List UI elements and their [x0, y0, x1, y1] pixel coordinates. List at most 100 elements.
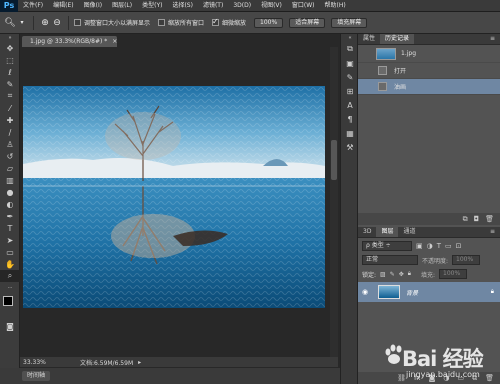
quick-select-tool-icon[interactable]: ✎ — [0, 78, 20, 90]
panel-menu-icon[interactable]: ≡ — [485, 34, 500, 44]
properties-panel-icon[interactable]: ▣ — [341, 56, 359, 70]
lock-image-icon[interactable]: ✎ — [390, 271, 395, 278]
menu-file[interactable]: 文件(F) — [18, 0, 48, 12]
lock-all-icon[interactable]: 🔒︎ — [408, 270, 411, 278]
path-select-tool-icon[interactable]: ➤ — [0, 234, 20, 246]
menu-window[interactable]: 窗口(W) — [287, 0, 320, 12]
shape-filter-icon[interactable]: ▭ — [445, 242, 452, 250]
fill-input[interactable]: 100% — [439, 269, 467, 279]
brush-tool-icon[interactable]: ∕ — [0, 126, 20, 138]
paragraph-panel-icon[interactable]: ¶ — [341, 112, 359, 126]
more-tools-icon[interactable]: ··· — [0, 282, 20, 294]
collapse-icon[interactable]: « — [341, 34, 359, 42]
foreground-color-swatch[interactable] — [3, 296, 13, 306]
type-filter-icon[interactable]: T — [437, 242, 441, 250]
clone-source-icon[interactable]: ⊞ — [341, 84, 359, 98]
chevron-down-icon[interactable]: ▾ — [16, 17, 28, 29]
scrollbar-thumb[interactable] — [331, 140, 337, 180]
swatches-panel-icon[interactable]: ▦ — [341, 126, 359, 140]
snapshot-thumbnail — [376, 47, 396, 60]
tab-properties[interactable]: 属性 — [358, 34, 380, 44]
lasso-tool-icon[interactable]: ℓ — [0, 66, 20, 78]
zoom-tool-icon[interactable]: ⌕ — [0, 270, 20, 282]
snapshot-name: 1.jpg — [401, 50, 417, 57]
vertical-scrollbar[interactable] — [330, 47, 338, 357]
clone-stamp-tool-icon[interactable]: ♙ — [0, 138, 20, 150]
zoom-out-icon[interactable]: ⊖ — [51, 17, 63, 29]
crop-tool-icon[interactable]: ⌗ — [0, 90, 20, 102]
chevron-right-icon[interactable]: ▸ — [138, 359, 141, 366]
tab-3d[interactable]: 3D — [358, 227, 376, 237]
adjustment-filter-icon[interactable]: ◑ — [427, 242, 433, 250]
menu-image[interactable]: 图像(I) — [79, 0, 107, 12]
quick-mask-icon[interactable]: ◙ — [0, 320, 20, 332]
oil-painted-landscape-image — [23, 86, 325, 308]
lock-transparent-icon[interactable]: ▨ — [380, 271, 386, 278]
zoom-level[interactable]: 33.33% — [20, 359, 46, 366]
lock-position-icon[interactable]: ✥ — [399, 271, 404, 278]
blend-mode-select[interactable]: 正常 — [362, 255, 418, 265]
zoom-in-icon[interactable]: ⊕ — [39, 17, 51, 29]
kind-filter-select[interactable]: ρ 类型 ÷ — [362, 241, 412, 251]
color-swatches[interactable] — [0, 294, 19, 320]
zoom-tool-icon[interactable]: 🔍︎ — [4, 17, 16, 29]
timeline-tab[interactable]: 时间轴 — [22, 371, 50, 381]
opacity-input[interactable]: 100% — [452, 255, 481, 265]
tool-presets-icon[interactable]: ⚒ — [341, 140, 359, 154]
actual-pixels-button[interactable]: 100% — [254, 17, 284, 28]
menu-layer[interactable]: 图层(L) — [107, 0, 137, 12]
layer-row[interactable]: ◉ 背景 🔒︎ — [358, 282, 500, 302]
menu-filter[interactable]: 滤镜(T) — [198, 0, 228, 12]
baidu-jingyan-watermark: Bai 经验 jingyan.baidu.com — [340, 340, 500, 384]
tab-history[interactable]: 历史记录 — [380, 34, 415, 44]
dodge-tool-icon[interactable]: ◐ — [0, 198, 20, 210]
menu-edit[interactable]: 编辑(E) — [48, 0, 78, 12]
collapse-icon[interactable]: » — [0, 34, 20, 42]
history-brush-tool-icon[interactable]: ↺ — [0, 150, 20, 162]
marquee-tool-icon[interactable]: ⬚ — [0, 54, 20, 66]
character-panel-icon[interactable]: A — [341, 98, 359, 112]
history-item-label: 油画 — [394, 84, 407, 91]
new-document-from-state-icon[interactable]: ⧉ — [463, 215, 468, 224]
history-panel-icon[interactable]: ⧉ — [341, 42, 359, 56]
eraser-tool-icon[interactable]: ▱ — [0, 162, 20, 174]
document-tab[interactable]: 1.jpg @ 33.3%(RGB/8#) * × — [22, 36, 117, 47]
camera-icon[interactable]: ◘ — [474, 215, 480, 223]
menu-select[interactable]: 选择(S) — [167, 0, 198, 12]
brush-panel-icon[interactable]: ✎ — [341, 70, 359, 84]
scrubby-zoom-checkbox[interactable] — [212, 17, 220, 26]
menu-3d[interactable]: 3D(D) — [228, 0, 256, 12]
pixel-filter-icon[interactable]: ▣ — [416, 242, 423, 250]
tab-channels[interactable]: 通道 — [398, 227, 420, 237]
tools-panel: » ✥ ⬚ ℓ ✎ ⌗ ⁄ ✚ ∕ ♙ ↺ ▱ ▥ ● ◐ ✒ T ➤ ▭ ✋ … — [0, 34, 20, 384]
paw-logo-icon — [385, 344, 402, 364]
history-snapshot[interactable]: 1.jpg — [358, 45, 500, 63]
close-icon[interactable]: × — [112, 38, 117, 45]
pen-tool-icon[interactable]: ✒ — [0, 210, 20, 222]
gradient-tool-icon[interactable]: ▥ — [0, 174, 20, 186]
move-tool-icon[interactable]: ✥ — [0, 42, 20, 54]
menu-type[interactable]: 类型(Y) — [137, 0, 167, 12]
panel-menu-icon[interactable]: ≡ — [485, 227, 500, 237]
eye-icon[interactable]: ◉ — [358, 288, 372, 296]
image-canvas[interactable] — [23, 86, 325, 308]
blur-tool-icon[interactable]: ● — [0, 186, 20, 198]
healing-brush-tool-icon[interactable]: ✚ — [0, 114, 20, 126]
filter-icon — [378, 82, 387, 91]
menu-view[interactable]: 视图(V) — [256, 0, 287, 12]
fill-screen-button[interactable]: 填充屏幕 — [331, 17, 368, 28]
eyedropper-tool-icon[interactable]: ⁄ — [0, 102, 20, 114]
history-item[interactable]: 打开 — [358, 63, 500, 79]
layer-name[interactable]: 背景 — [406, 288, 418, 297]
menu-help[interactable]: 帮助(H) — [320, 0, 351, 12]
tab-layers[interactable]: 图层 — [376, 227, 399, 237]
trash-icon[interactable]: 🗑︎ — [485, 215, 494, 223]
history-item[interactable]: 油画 — [358, 79, 500, 95]
hand-tool-icon[interactable]: ✋ — [0, 258, 20, 270]
shape-tool-icon[interactable]: ▭ — [0, 246, 20, 258]
zoom-all-checkbox[interactable] — [158, 19, 166, 26]
type-tool-icon[interactable]: T — [0, 222, 20, 234]
resize-windows-checkbox[interactable] — [74, 19, 81, 26]
fit-screen-button[interactable]: 适合屏幕 — [289, 17, 326, 28]
smart-object-filter-icon[interactable]: ⊡ — [456, 242, 462, 250]
